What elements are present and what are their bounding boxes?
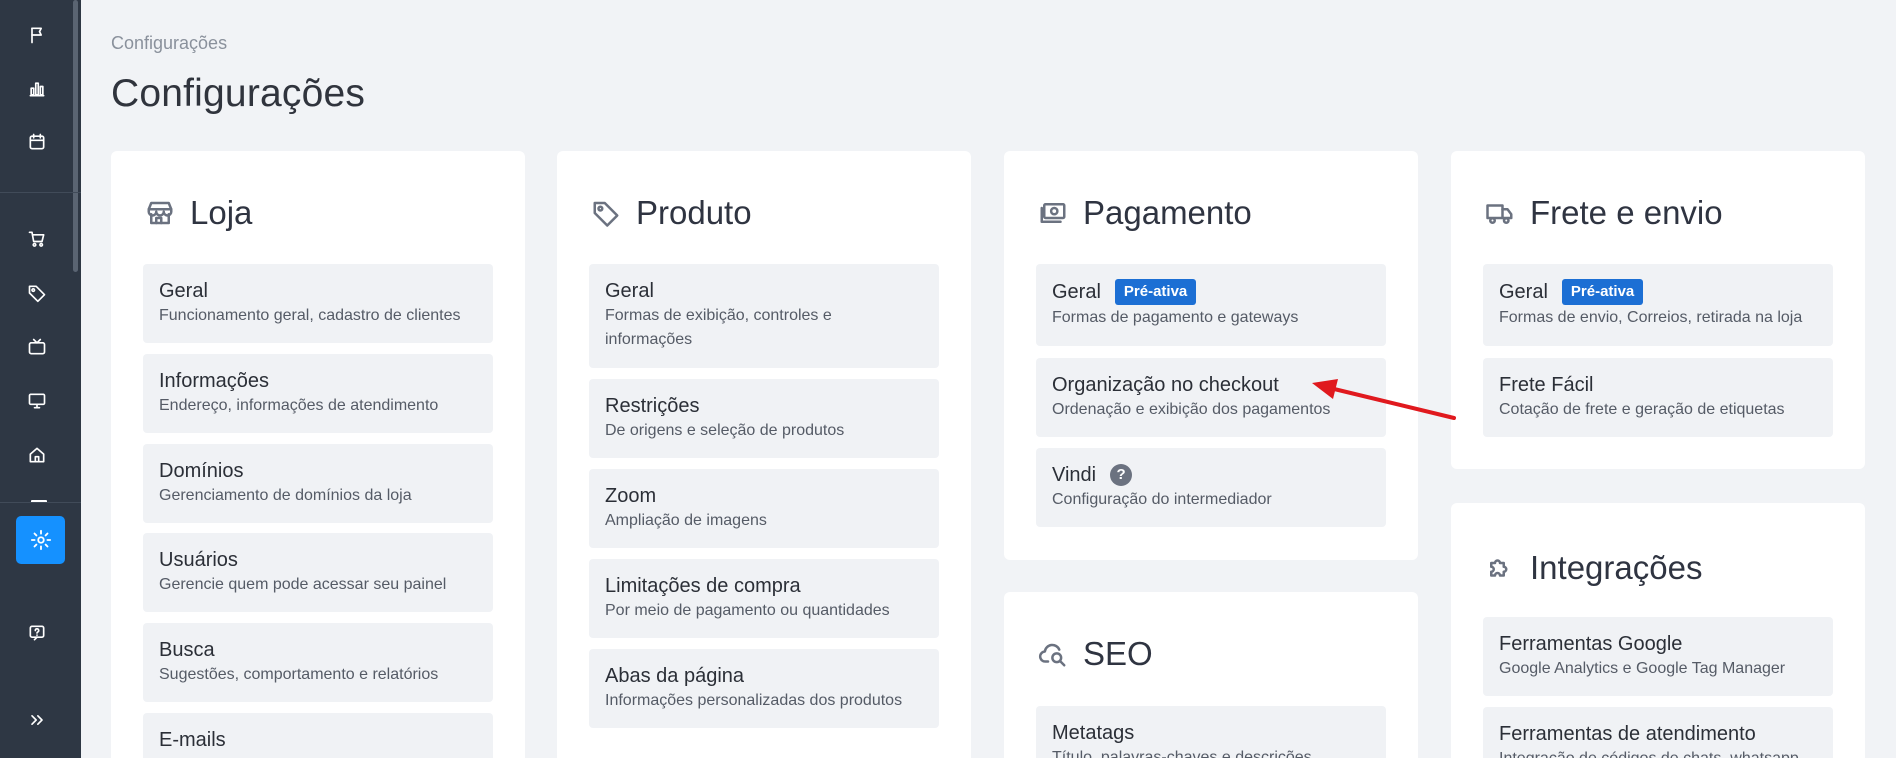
item-title: Restrições <box>605 395 700 417</box>
money-icon <box>1037 197 1069 229</box>
card-title: Pagamento <box>1083 194 1252 231</box>
item-desc: Por meio de pagamento ou quantidades <box>605 602 890 619</box>
loja-item-busca[interactable]: Busca Sugestões, comportamento e relatór… <box>143 623 493 702</box>
help-chat-icon[interactable] <box>22 618 52 648</box>
produto-item-abas[interactable]: Abas da página Informações personalizada… <box>589 649 939 728</box>
item-title: Geral <box>159 280 208 302</box>
store-icon <box>144 197 176 229</box>
item-title: E-mails <box>159 729 226 751</box>
status-badge: Pré-ativa <box>1561 279 1644 305</box>
item-title: Domínios <box>159 460 244 482</box>
item-desc: Gerencie quem pode acessar seu painel <box>159 576 447 593</box>
sidebar <box>0 0 81 758</box>
item-title: Geral <box>605 280 654 302</box>
item-desc: Funcionamento geral, cadastro de cliente… <box>159 307 461 324</box>
item-title: Busca <box>159 639 215 661</box>
integracoes-item-atendimento[interactable]: Ferramentas de atendimento Integração de… <box>1483 707 1833 758</box>
integracoes-item-google[interactable]: Ferramentas Google Google Analytics e Go… <box>1483 617 1833 696</box>
item-desc: Cotação de frete e geração de etiquetas <box>1499 401 1785 418</box>
item-title: Geral <box>1499 281 1548 303</box>
item-desc: Integração de códigos de chats, whatsapp <box>1499 747 1817 758</box>
item-title: Ferramentas Google <box>1499 633 1683 655</box>
produto-item-zoom[interactable]: Zoom Ampliação de imagens <box>589 469 939 548</box>
card-title: Loja <box>190 194 253 231</box>
item-desc: Título, palavras-chaves e descrições <box>1052 749 1312 758</box>
loja-item-geral[interactable]: Geral Funcionamento geral, cadastro de c… <box>143 264 493 343</box>
tag-icon[interactable] <box>22 278 52 308</box>
flag-icon[interactable] <box>22 20 52 50</box>
expand-icon[interactable] <box>22 705 52 735</box>
puzzle-icon <box>1484 552 1516 584</box>
card-title: Produto <box>636 194 752 231</box>
loja-item-informacoes[interactable]: Informações Endereço, informações de ate… <box>143 354 493 433</box>
item-title: Limitações de compra <box>605 575 801 597</box>
monitor-icon[interactable] <box>22 386 52 416</box>
sidebar-scrollbar[interactable] <box>73 0 78 272</box>
item-title: Frete Fácil <box>1499 374 1594 396</box>
breadcrumb[interactable]: Configurações <box>111 33 227 54</box>
card-loja: Loja Geral Funcionamento geral, cadastro… <box>111 151 525 758</box>
item-desc: Formas de exibição, controles e informaç… <box>605 307 832 348</box>
card-pagamento: Pagamento Geral Pré-ativa Formas de paga… <box>1004 151 1418 560</box>
item-desc: Gerenciamento de domínios da loja <box>159 487 412 504</box>
item-title: Usuários <box>159 549 238 571</box>
item-desc: Endereço, informações de atendimento <box>159 397 439 414</box>
cloud-search-icon <box>1037 638 1069 670</box>
help-icon[interactable]: ? <box>1110 464 1133 486</box>
truck-icon <box>1484 197 1516 229</box>
produto-item-limitacoes[interactable]: Limitações de compra Por meio de pagamen… <box>589 559 939 638</box>
frete-item-frete-facil[interactable]: Frete Fácil Cotação de frete e geração d… <box>1483 358 1833 437</box>
gear-icon[interactable] <box>16 516 65 564</box>
page-title: Configurações <box>111 72 366 115</box>
item-title: Abas da página <box>605 665 745 687</box>
produto-item-geral[interactable]: Geral Formas de exibição, controles e in… <box>589 264 939 368</box>
card-title: Frete e envio <box>1530 194 1723 231</box>
produto-item-restricoes[interactable]: Restrições De origens e seleção de produ… <box>589 379 939 458</box>
card-title: Integrações <box>1530 549 1703 586</box>
status-badge: Pré-ativa <box>1114 279 1197 305</box>
tv-icon[interactable] <box>22 332 52 362</box>
loja-item-usuarios[interactable]: Usuários Gerencie quem pode acessar seu … <box>143 533 493 612</box>
pagamento-item-geral[interactable]: Geral Pré-ativa Formas de pagamento e ga… <box>1036 264 1386 346</box>
item-title: Zoom <box>605 485 657 507</box>
item-desc: Sugestões, comportamento e relatórios <box>159 666 439 683</box>
item-title: Informações <box>159 370 270 392</box>
item-desc: De origens e seleção de produtos <box>605 422 845 439</box>
seo-item-metatags[interactable]: Metatags Título, palavras-chaves e descr… <box>1036 706 1386 758</box>
item-desc: Configuração do intermediador <box>1052 491 1272 508</box>
item-desc: Formas de pagamento e gateways <box>1052 309 1299 326</box>
item-desc: Ampliação de imagens <box>605 512 767 529</box>
item-desc: Formas de envio, Correios, retirada na l… <box>1499 309 1803 326</box>
item-desc: Google Analytics e Google Tag Manager <box>1499 660 1786 677</box>
card-frete: Frete e envio Geral Pré-ativa Formas de … <box>1451 151 1865 469</box>
card-produto: Produto Geral Formas de exibição, contro… <box>557 151 971 758</box>
card-integracoes: Integrações Ferramentas Google Google An… <box>1451 503 1865 758</box>
tag-icon <box>590 197 622 229</box>
card-title: SEO <box>1083 635 1153 672</box>
annotation-arrow <box>1312 379 1456 420</box>
card-seo: SEO Metatags Título, palavras-chaves e d… <box>1004 592 1418 758</box>
bar-chart-icon[interactable] <box>22 74 52 104</box>
pagamento-item-vindi[interactable]: Vindi ? Configuração do intermediador <box>1036 448 1386 527</box>
item-desc: Informações personalizadas dos produtos <box>605 692 903 709</box>
calendar-icon[interactable] <box>22 127 52 157</box>
loja-item-dominios[interactable]: Domínios Gerenciamento de domínios da lo… <box>143 444 493 523</box>
cart-icon[interactable] <box>22 224 52 254</box>
item-title: Geral <box>1052 281 1101 303</box>
item-title: Ferramentas de atendimento <box>1499 723 1756 745</box>
item-title: Metatags <box>1052 722 1135 744</box>
item-title: Vindi <box>1052 464 1097 486</box>
loja-item-emails[interactable]: E-mails <box>143 713 493 758</box>
home-icon[interactable] <box>22 440 52 470</box>
frete-item-geral[interactable]: Geral Pré-ativa Formas de envio, Correio… <box>1483 264 1833 346</box>
